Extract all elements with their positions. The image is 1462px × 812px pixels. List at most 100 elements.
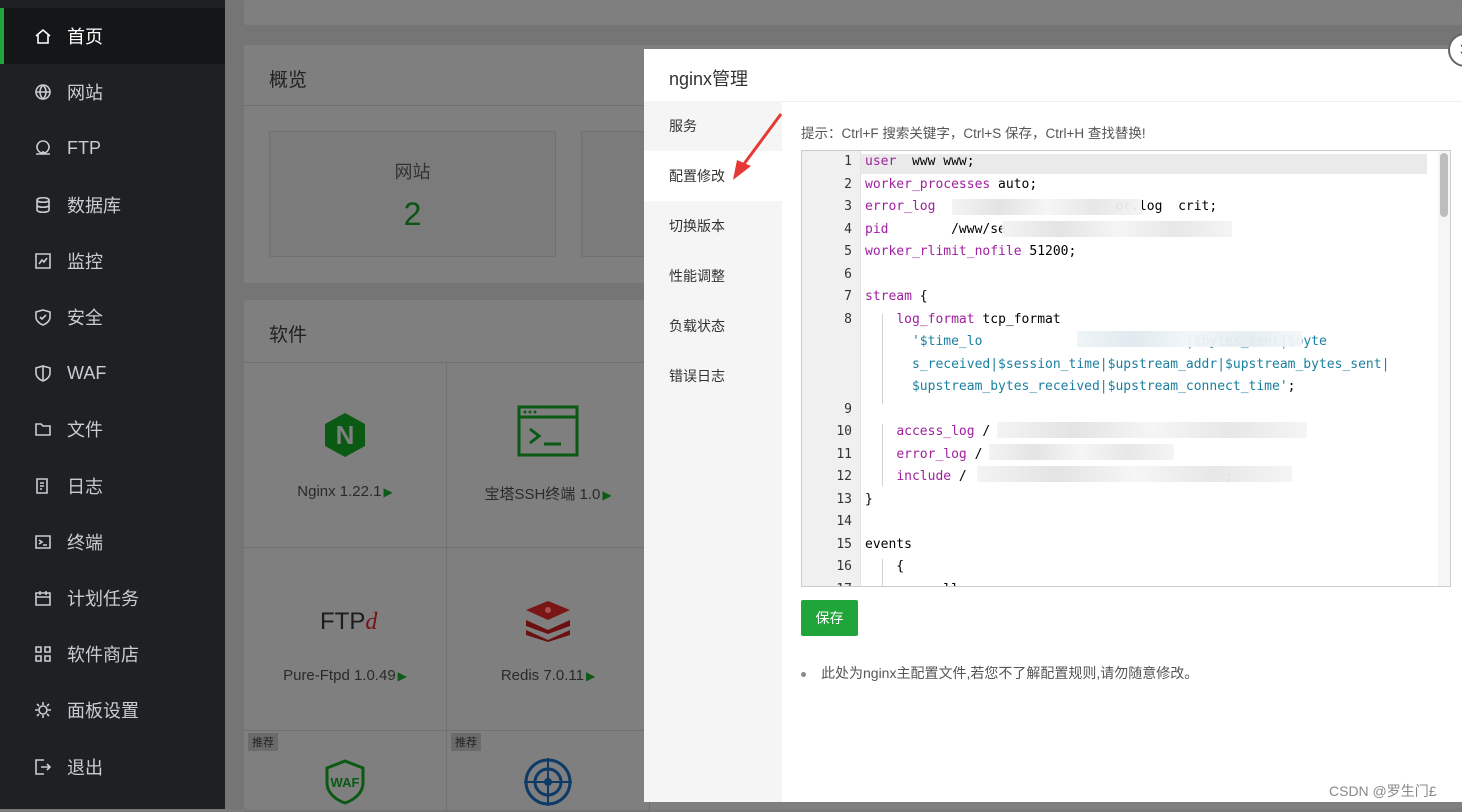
code-token: worker_processes xyxy=(865,176,991,192)
software-name: Pure-Ftpd 1.0.49 ▶ xyxy=(283,667,407,684)
sidebar-item[interactable]: 面板设置 xyxy=(0,682,225,738)
sidebar-item[interactable]: 安全 xyxy=(0,289,225,345)
software-item-redis[interactable]: Redis 7.0.11 ▶ xyxy=(447,548,650,731)
indent-guide xyxy=(882,559,883,586)
sidebar-item[interactable]: 网站 xyxy=(0,64,225,120)
home-icon xyxy=(34,27,52,45)
code-token: { xyxy=(911,289,928,304)
line-number: 4 xyxy=(844,221,852,237)
code-line: s_received|$session_time|$upstream_addr|… xyxy=(865,357,1389,372)
code-token: / xyxy=(966,446,983,462)
sidebar-item-label: FTP xyxy=(67,137,101,158)
site-stat-count[interactable]: 2 xyxy=(270,196,555,233)
modal-menu-item[interactable]: 负载状态 xyxy=(644,301,782,351)
sidebar: 首页网站 FTP 数据库监控安全 WAF 文件日志 终端计划任务软件商店 面板设置退出 xyxy=(0,0,225,809)
code-line: user www www; xyxy=(865,154,975,169)
recommend-badge: 推荐 xyxy=(248,733,278,751)
database-icon xyxy=(34,196,52,214)
logout-icon xyxy=(34,758,52,776)
software-item-nginx[interactable]: N Nginx 1.22.1 ▶ xyxy=(244,363,447,548)
code-token: s_received|$session_time|$upstream_addr|… xyxy=(911,356,1390,372)
code-token: /www/se xyxy=(888,221,1006,237)
gear-icon xyxy=(34,701,52,719)
code-line: worker_processes auto; xyxy=(865,177,1037,192)
code-token: www www; xyxy=(896,154,975,169)
line-number: 2 xyxy=(844,176,852,192)
line-number: 14 xyxy=(836,514,852,529)
grid-icon xyxy=(34,645,52,663)
indent-guide xyxy=(882,314,883,404)
scroll-thumb[interactable] xyxy=(1440,153,1448,217)
line-number: 1 xyxy=(844,154,852,169)
software-item-radar[interactable]: 推荐 xyxy=(447,731,650,812)
shortcut-hint: 提示：Ctrl+F 搜索关键字，Ctrl+S 保存，Ctrl+H 查找替换! xyxy=(801,126,1146,141)
config-editor[interactable]: 1234567891011121314151617 user www www;w… xyxy=(801,150,1451,587)
ssh-terminal-icon xyxy=(517,405,579,457)
redaction-blur xyxy=(977,466,1292,482)
waf-icon: WAF xyxy=(325,759,365,805)
code-line: $upstream_bytes_received|$upstream_conne… xyxy=(865,379,1296,394)
save-button[interactable]: 保存 xyxy=(801,600,858,636)
code-token: 51200; xyxy=(1021,244,1077,259)
line-number: 11 xyxy=(836,446,852,462)
sidebar-item[interactable]: 终端 xyxy=(0,514,225,570)
code-token: / xyxy=(974,424,991,439)
modal-header: nginx管理 xyxy=(644,49,1462,102)
software-item-ssh[interactable]: 宝塔SSH终端 1.0 ▶ xyxy=(447,363,650,548)
sidebar-item[interactable]: WAF xyxy=(0,345,225,401)
calendar-icon xyxy=(34,589,52,607)
svg-text:WAF: WAF xyxy=(331,775,360,790)
code-line: } xyxy=(865,492,873,507)
site-stat-box[interactable]: 网站 2 xyxy=(269,131,556,257)
modal-menu-item[interactable]: 切换版本 xyxy=(644,201,782,251)
sidebar-item[interactable]: 计划任务 xyxy=(0,570,225,626)
sidebar-item-label: 网站 xyxy=(67,83,103,104)
software-item-waf[interactable]: 推荐 WAF xyxy=(244,731,447,812)
editor-scrollbar[interactable] xyxy=(1438,151,1450,586)
line-number: 17 xyxy=(812,582,852,587)
code-token: '$time_lo xyxy=(911,334,983,349)
config-note: 此处为nginx主配置文件,若您不了解配置规则,请勿随意修改。 xyxy=(801,663,1198,683)
sidebar-item[interactable]: 数据库 xyxy=(0,177,225,233)
modal-menu-item[interactable]: 错误日志 xyxy=(644,351,782,401)
sidebar-item[interactable]: 监控 xyxy=(0,233,225,289)
sidebar-item-label: 计划任务 xyxy=(67,589,139,609)
redaction-blur xyxy=(997,422,1307,438)
sidebar-item[interactable]: 首页 xyxy=(0,8,225,64)
code-token: ' xyxy=(1279,379,1288,394)
sidebar-item[interactable]: 退出 xyxy=(0,739,225,795)
redaction-blur xyxy=(1002,221,1232,237)
line-number: 13 xyxy=(836,491,852,507)
watermark: CSDN @罗生门£ xyxy=(1329,783,1437,799)
modal-menu-item[interactable]: 性能调整 xyxy=(644,251,782,301)
line-number: 5 xyxy=(844,244,852,259)
line-number: 3 xyxy=(844,199,852,214)
config-note-text: 此处为nginx主配置文件,若您不了解配置规则,请勿随意修改。 xyxy=(821,665,1199,681)
ftp-icon xyxy=(34,139,52,157)
sidebar-item[interactable]: 日志 xyxy=(0,458,225,514)
code-token: stream xyxy=(865,289,912,304)
code-token: tcp_format xyxy=(974,311,1061,327)
code-line: log_format tcp_format xyxy=(865,311,1061,327)
sidebar-item[interactable]: 文件 xyxy=(0,401,225,457)
line-number: 16 xyxy=(836,559,852,574)
svg-text:N: N xyxy=(336,420,355,450)
monitor-icon xyxy=(34,252,52,270)
sidebar-item-label: 监控 xyxy=(67,251,103,272)
code-token: include xyxy=(896,469,952,484)
sidebar-item[interactable]: FTP xyxy=(0,120,225,176)
code-token: ; xyxy=(1287,379,1296,394)
software-item-ftpd[interactable]: FTPd Pure-Ftpd 1.0.49 ▶ xyxy=(244,548,447,731)
code-token: { xyxy=(865,559,905,574)
line-number: 12 xyxy=(836,469,852,484)
redaction-blur xyxy=(1077,331,1302,347)
code-token: pid xyxy=(865,221,889,237)
sidebar-item-label: 文件 xyxy=(67,420,103,441)
code-line: events xyxy=(865,537,912,552)
sidebar-item[interactable]: 软件商店 xyxy=(0,626,225,682)
sidebar-item-label: 退出 xyxy=(67,757,103,778)
